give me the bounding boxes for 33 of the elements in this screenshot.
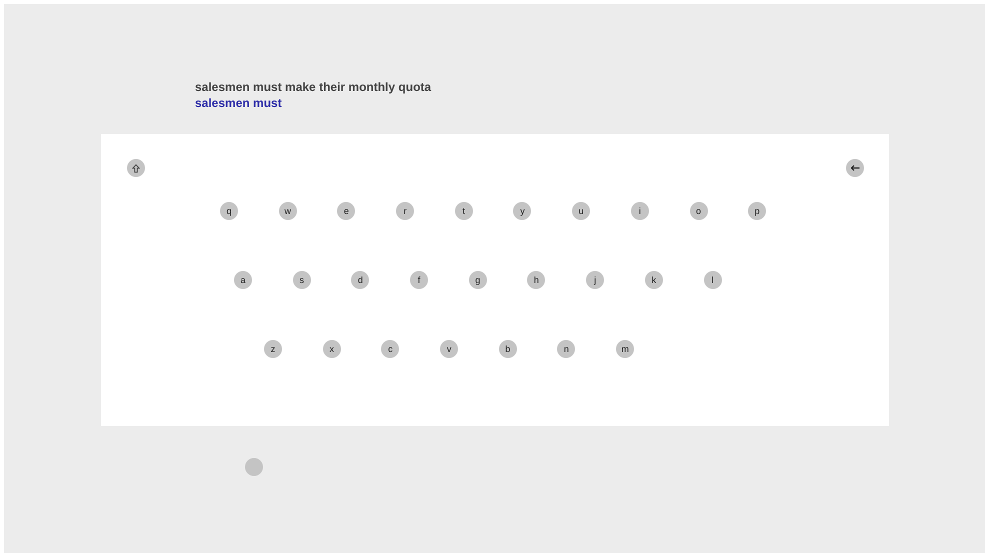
letter-key[interactable]: c (381, 340, 400, 358)
letter-key[interactable]: o (690, 202, 708, 220)
letter-key[interactable]: t (454, 202, 473, 220)
letter-key[interactable]: j (586, 271, 604, 289)
target-phrase: salesmen must make their monthly quota (195, 80, 432, 94)
letter-key[interactable]: n (557, 340, 576, 358)
letter-key[interactable]: a (234, 271, 252, 289)
letter-key[interactable]: s (292, 271, 311, 289)
cursor-dot (245, 458, 263, 476)
letter-key[interactable]: y (513, 202, 532, 220)
letter-key[interactable]: f (410, 271, 428, 289)
letter-key[interactable]: v (440, 340, 458, 358)
shift-icon (132, 164, 140, 172)
letter-key[interactable]: b (498, 340, 517, 358)
letter-key[interactable]: w (278, 202, 297, 220)
letter-key[interactable]: r (396, 202, 414, 220)
backspace-key[interactable] (846, 159, 864, 177)
letter-key[interactable]: x (322, 340, 341, 358)
letter-key[interactable]: z (264, 340, 282, 358)
letter-key[interactable]: q (220, 202, 238, 220)
letter-key[interactable]: d (351, 271, 370, 289)
letter-key[interactable]: i (630, 202, 649, 220)
typed-text: salesmen must (195, 96, 282, 110)
letter-key[interactable]: m (616, 340, 634, 358)
letter-key[interactable]: g (468, 271, 487, 289)
letter-key[interactable]: k (644, 271, 663, 289)
letter-key[interactable]: u (572, 202, 590, 220)
letter-key[interactable]: e (337, 202, 356, 220)
shift-key[interactable] (127, 159, 145, 177)
letter-key[interactable]: p (748, 202, 766, 220)
letter-key[interactable]: h (527, 271, 546, 289)
letter-key[interactable]: l (704, 271, 722, 289)
left-arrow-icon (850, 165, 860, 171)
